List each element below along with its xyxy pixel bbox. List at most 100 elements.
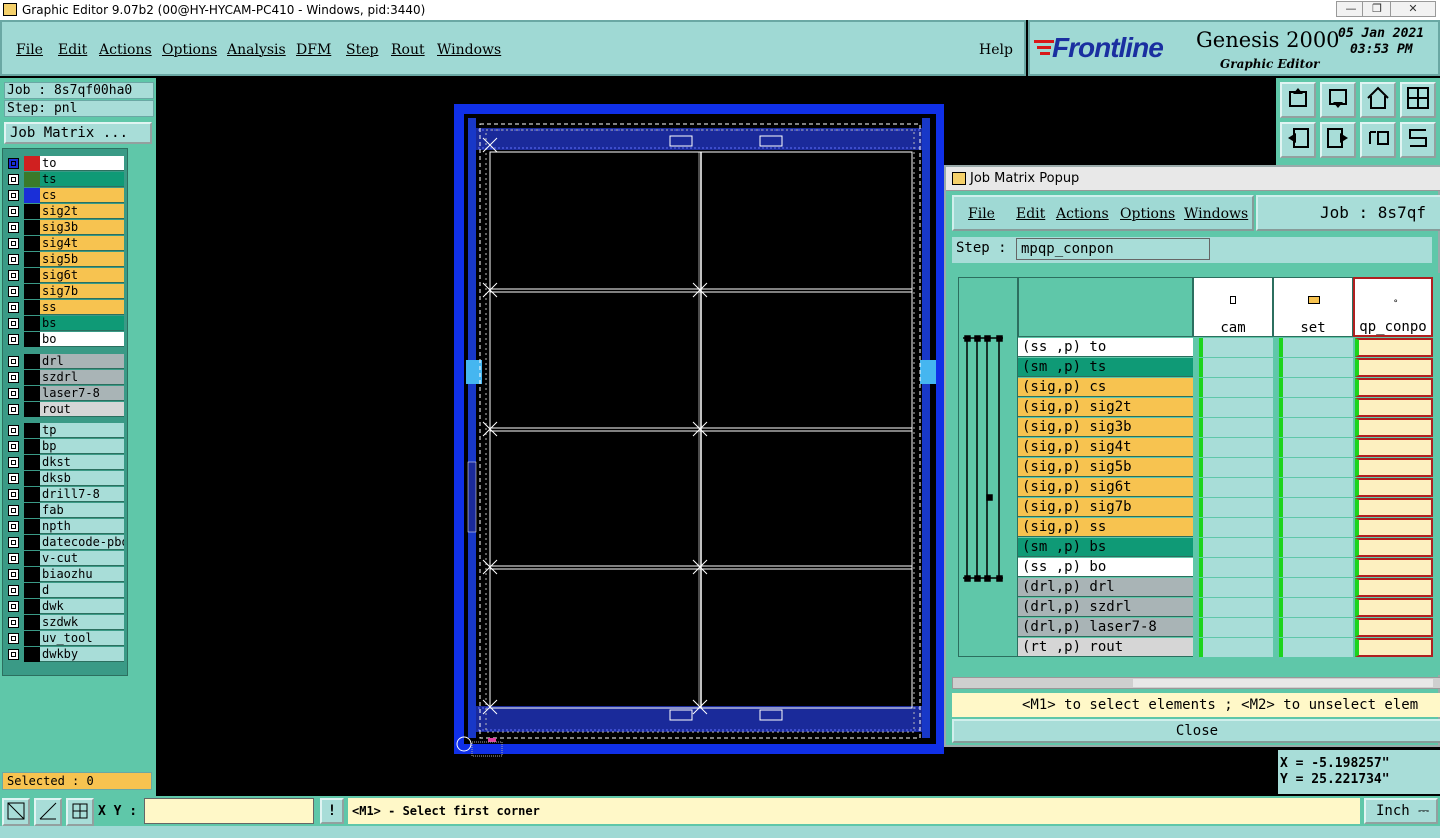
layer-color-swatch[interactable]: [24, 316, 40, 331]
matrix-cell[interactable]: [1355, 598, 1433, 617]
menu-edit[interactable]: Edit: [58, 42, 87, 58]
layer-name[interactable]: szdrl: [40, 370, 124, 385]
layer-color-swatch[interactable]: [24, 204, 40, 219]
layer-name[interactable]: bo: [40, 332, 124, 347]
layer-checkbox[interactable]: [8, 302, 19, 313]
layer-checkbox[interactable]: [8, 404, 19, 415]
column-header-cam[interactable]: cam: [1193, 277, 1273, 337]
menu-file[interactable]: File: [16, 42, 43, 58]
layer-checkbox[interactable]: [8, 270, 19, 281]
layer-name[interactable]: sig7b: [40, 284, 124, 299]
menu-options[interactable]: Options: [162, 42, 217, 58]
layer-name[interactable]: tp: [40, 423, 124, 438]
layer-name[interactable]: fab: [40, 503, 124, 518]
matrix-cell[interactable]: [1279, 538, 1353, 557]
matrix-cell[interactable]: [1199, 538, 1273, 557]
layer-checkbox[interactable]: [8, 158, 19, 169]
layer-color-swatch[interactable]: [24, 220, 40, 235]
matrix-cell[interactable]: [1279, 338, 1353, 357]
matrix-cell[interactable]: [1199, 578, 1273, 597]
layer-row[interactable]: sig4t: [6, 236, 124, 251]
layer-row[interactable]: bo: [6, 332, 124, 347]
matrix-cell[interactable]: [1355, 358, 1433, 377]
layer-checkbox[interactable]: [8, 537, 19, 548]
layer-name[interactable]: cs: [40, 188, 124, 203]
matrix-cell[interactable]: [1199, 438, 1273, 457]
popup-menu-edit[interactable]: Edit: [1016, 206, 1045, 222]
layer-checkbox[interactable]: [8, 222, 19, 233]
layer-row[interactable]: sig7b: [6, 284, 124, 299]
matrix-cell[interactable]: [1279, 458, 1353, 477]
layer-row[interactable]: sig3b: [6, 220, 124, 235]
measure-icon[interactable]: [34, 798, 62, 826]
layer-color-swatch[interactable]: [24, 519, 40, 534]
layer-checkbox[interactable]: [8, 254, 19, 265]
layer-name[interactable]: sig4t: [40, 236, 124, 251]
layer-row[interactable]: drill7-8: [6, 487, 124, 502]
layer-row[interactable]: fab: [6, 503, 124, 518]
layer-row[interactable]: npth: [6, 519, 124, 534]
layer-checkbox[interactable]: [8, 334, 19, 345]
layer-row[interactable]: szdrl: [6, 370, 124, 385]
layer-color-swatch[interactable]: [24, 188, 40, 203]
layer-row[interactable]: to: [6, 156, 124, 171]
maximize-button[interactable]: ❐: [1362, 1, 1392, 17]
layer-color-swatch[interactable]: [24, 551, 40, 566]
download-icon[interactable]: [1320, 82, 1356, 118]
popup-menu-actions[interactable]: Actions: [1056, 206, 1109, 222]
layer-checkbox[interactable]: [8, 441, 19, 452]
graphic-canvas[interactable]: [156, 78, 946, 796]
column-header-set[interactable]: set: [1273, 277, 1353, 337]
matrix-layer-row[interactable]: (sig,p) ss: [1018, 518, 1193, 537]
popup-title-bar[interactable]: Job Matrix Popup: [946, 167, 1440, 191]
layer-color-swatch[interactable]: [24, 631, 40, 646]
layer-name[interactable]: szdwk: [40, 615, 124, 630]
upload-icon[interactable]: [1280, 82, 1316, 118]
popup-menu-file[interactable]: File: [968, 206, 995, 222]
matrix-cell[interactable]: [1199, 518, 1273, 537]
layer-name[interactable]: d: [40, 583, 124, 598]
matrix-cell[interactable]: [1279, 478, 1353, 497]
popup-menu-windows[interactable]: Windows: [1184, 206, 1248, 222]
layer-name[interactable]: sig3b: [40, 220, 124, 235]
layer-color-swatch[interactable]: [24, 567, 40, 582]
s-icon[interactable]: [1400, 122, 1436, 158]
layer-name[interactable]: dkst: [40, 455, 124, 470]
layer-row[interactable]: sig2t: [6, 204, 124, 219]
layer-checkbox[interactable]: [8, 505, 19, 516]
matrix-layer-row[interactable]: (sig,p) sig2t: [1018, 398, 1193, 417]
layer-name[interactable]: datecode-pbo: [40, 535, 124, 550]
layer-row[interactable]: datecode-pbo: [6, 535, 124, 550]
close-window-button[interactable]: ✕: [1390, 1, 1436, 17]
matrix-layer-row[interactable]: (ss ,p) to: [1018, 338, 1193, 357]
matrix-horizontal-scrollbar[interactable]: [952, 677, 1440, 689]
import-icon[interactable]: [1280, 122, 1316, 158]
warning-icon[interactable]: !: [320, 798, 344, 824]
layer-name[interactable]: bp: [40, 439, 124, 454]
layer-checkbox[interactable]: [8, 617, 19, 628]
matrix-cell[interactable]: [1355, 418, 1433, 437]
matrix-cell[interactable]: [1355, 398, 1433, 417]
layer-color-swatch[interactable]: [24, 455, 40, 470]
layer-row[interactable]: laser7-8: [6, 386, 124, 401]
layer-row[interactable]: szdwk: [6, 615, 124, 630]
layer-checkbox[interactable]: [8, 649, 19, 660]
layer-row[interactable]: cs: [6, 188, 124, 203]
layer-row[interactable]: dkst: [6, 455, 124, 470]
matrix-cell[interactable]: [1355, 558, 1433, 577]
matrix-cell[interactable]: [1279, 578, 1353, 597]
matrix-cell[interactable]: [1355, 498, 1433, 517]
menu-actions[interactable]: Actions: [99, 42, 152, 58]
layer-row[interactable]: ts: [6, 172, 124, 187]
matrix-cell[interactable]: [1355, 458, 1433, 477]
layer-color-swatch[interactable]: [24, 172, 40, 187]
layer-row[interactable]: dwk: [6, 599, 124, 614]
matrix-cell[interactable]: [1355, 578, 1433, 597]
matrix-cell[interactable]: [1355, 478, 1433, 497]
layer-checkbox[interactable]: [8, 174, 19, 185]
matrix-cell[interactable]: [1279, 518, 1353, 537]
layer-row[interactable]: tp: [6, 423, 124, 438]
matrix-cell[interactable]: [1199, 558, 1273, 577]
layer-checkbox[interactable]: [8, 238, 19, 249]
layer-name[interactable]: drill7-8: [40, 487, 124, 502]
